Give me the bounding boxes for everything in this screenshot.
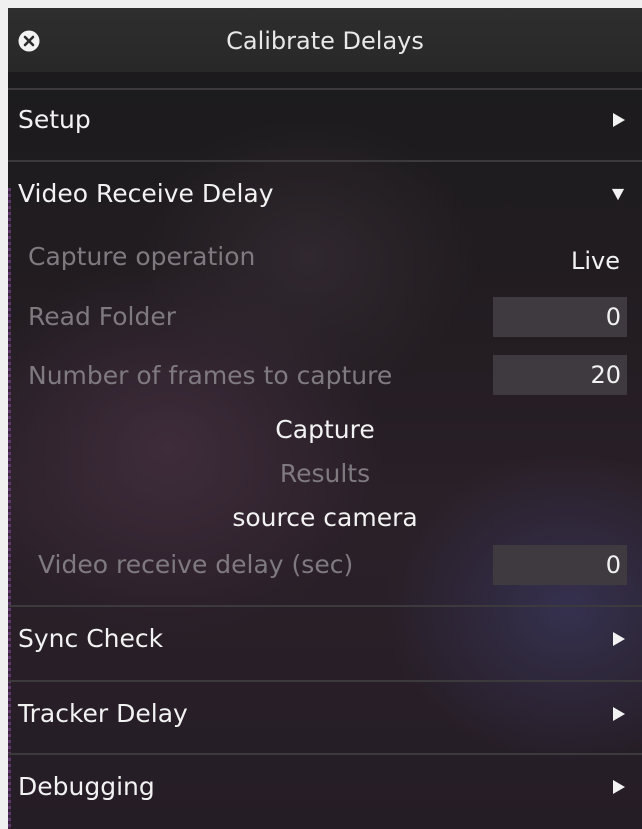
capture-button[interactable]: Capture <box>8 414 642 446</box>
title-bar: Calibrate Delays <box>8 8 642 72</box>
results-label: Results <box>279 459 371 488</box>
expand-right-arrow-icon <box>613 632 625 646</box>
frames-to-capture-label: Number of frames to capture <box>28 361 393 390</box>
expand-right-arrow-icon <box>613 780 625 794</box>
expand-right-arrow-icon <box>613 113 625 127</box>
window-title: Calibrate Delays <box>226 27 424 55</box>
capture-operation-label: Capture operation <box>28 242 256 271</box>
section-divider <box>8 605 642 607</box>
section-setup-header[interactable]: Setup <box>8 90 642 150</box>
section-sync-check-header[interactable]: Sync Check <box>8 609 642 669</box>
section-divider <box>8 160 642 162</box>
frames-to-capture-field[interactable]: 20 <box>493 355 627 395</box>
section-divider <box>8 753 642 755</box>
section-sync-check-label: Sync Check <box>18 624 164 653</box>
expand-right-arrow-icon <box>613 707 625 721</box>
section-debugging-header[interactable]: Debugging <box>8 757 642 817</box>
section-debugging-label: Debugging <box>18 772 155 801</box>
calibrate-delays-panel: Calibrate Delays Setup Video Receive Del… <box>8 8 642 829</box>
read-folder-field[interactable]: 0 <box>493 297 627 337</box>
section-video-receive-delay-header[interactable]: Video Receive Delay <box>8 164 642 224</box>
read-folder-label: Read Folder <box>28 302 177 331</box>
video-receive-delay-field[interactable]: 0 <box>493 545 627 585</box>
collapse-down-arrow-icon <box>611 188 625 201</box>
capture-operation-value[interactable]: Live <box>493 245 620 277</box>
section-tracker-delay-label: Tracker Delay <box>18 699 188 728</box>
section-video-receive-delay-label: Video Receive Delay <box>18 179 274 208</box>
video-receive-delay-label: Video receive delay (sec) <box>38 550 354 579</box>
section-divider <box>8 680 642 682</box>
source-camera-label: source camera <box>232 503 418 532</box>
section-tracker-delay-header[interactable]: Tracker Delay <box>8 684 642 744</box>
section-setup-label: Setup <box>18 105 91 134</box>
